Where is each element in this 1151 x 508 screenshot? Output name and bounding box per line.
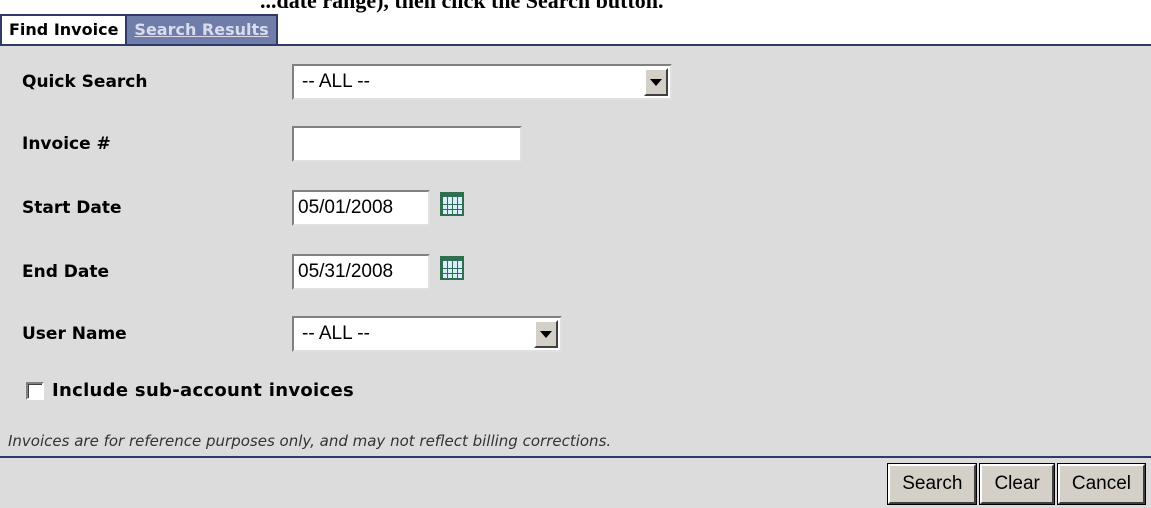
chevron-down-icon [650,78,662,86]
instruction-text-fragment: ...date range), then click the Search bu… [260,0,664,13]
reference-note: Invoices are for reference purposes only… [8,432,612,450]
clear-button[interactable]: Clear [979,463,1055,505]
quick-search-value: -- ALL -- [302,71,370,92]
tab-find-invoice[interactable]: Find Invoice [0,14,128,44]
user-name-select[interactable]: -- ALL -- [292,316,562,352]
dropdown-arrow-button[interactable] [534,320,558,348]
search-button[interactable]: Search [887,463,978,505]
tab-search-results[interactable]: Search Results [127,14,278,44]
user-name-value: -- ALL -- [302,323,370,344]
chevron-down-icon [540,330,552,338]
include-sub-accounts-row: Include sub-account invoices [26,380,354,401]
end-date-row: End Date 05/31/2008 [0,252,1151,292]
find-invoice-panel: Quick Search -- ALL -- Invoice # Start D… [0,44,1151,508]
quick-search-label: Quick Search [22,72,148,92]
cancel-button[interactable]: Cancel [1056,463,1147,505]
user-name-label: User Name [22,324,127,344]
include-sub-accounts-checkbox[interactable] [26,381,44,400]
dropdown-arrow-button[interactable] [644,68,668,96]
quick-search-row: Quick Search -- ALL -- [0,62,1151,102]
button-bar: Search Clear Cancel [887,463,1147,505]
start-date-input[interactable]: 05/01/2008 [292,190,430,226]
calendar-icon[interactable] [440,256,464,280]
start-date-row: Start Date 05/01/2008 [0,188,1151,228]
start-date-label: Start Date [22,198,122,218]
end-date-input[interactable]: 05/31/2008 [292,254,430,290]
tab-bar: Find Invoice Search Results [0,14,278,44]
invoice-number-label: Invoice # [22,134,111,154]
end-date-label: End Date [22,262,110,282]
divider [0,456,1151,458]
calendar-icon[interactable] [440,192,464,216]
end-date-group: 05/31/2008 [292,254,472,290]
invoice-number-row: Invoice # [0,124,1151,164]
start-date-group: 05/01/2008 [292,190,472,226]
user-name-row: User Name -- ALL -- [0,314,1151,354]
quick-search-select[interactable]: -- ALL -- [292,64,672,100]
invoice-number-input[interactable] [292,126,522,162]
include-sub-accounts-label[interactable]: Include sub-account invoices [52,380,354,401]
